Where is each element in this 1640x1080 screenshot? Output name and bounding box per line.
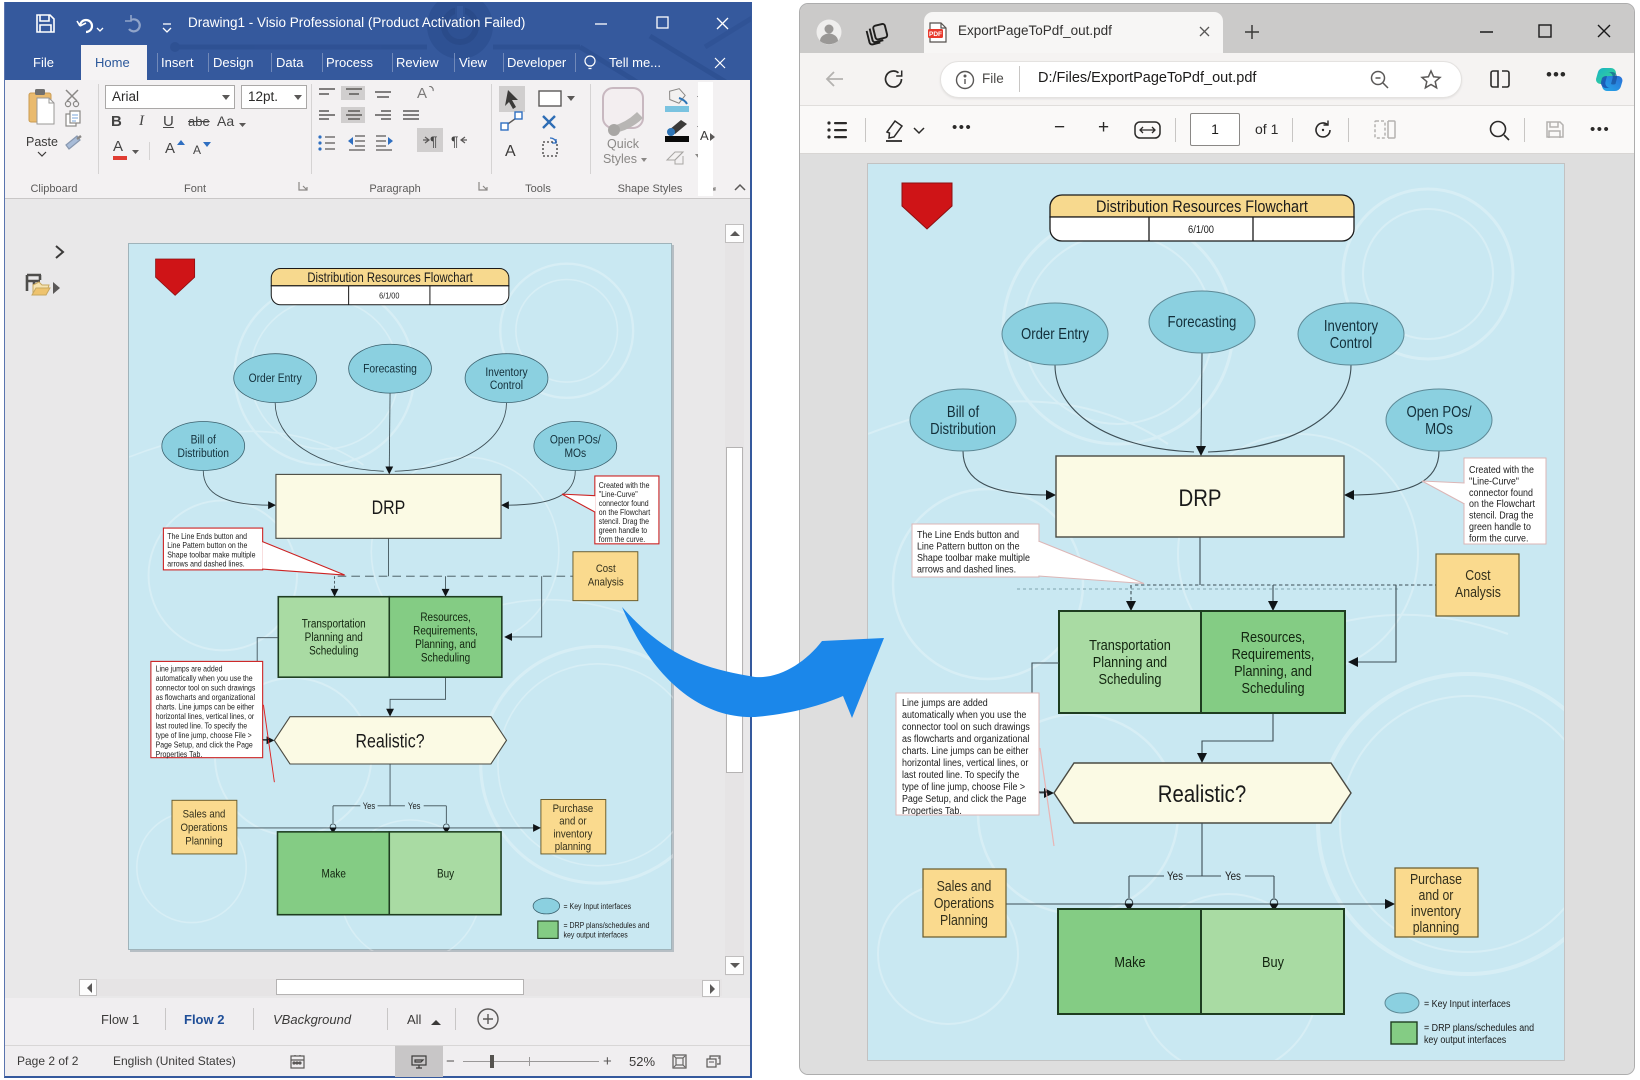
svg-text:¶: ¶ bbox=[451, 133, 459, 149]
svg-text:PDF: PDF bbox=[929, 31, 942, 38]
svg-text:A: A bbox=[505, 143, 516, 160]
svg-text:¶: ¶ bbox=[430, 133, 438, 149]
svg-text:Quick: Quick bbox=[607, 137, 640, 151]
svg-text:Paste: Paste bbox=[26, 135, 58, 149]
svg-text:Styles: Styles bbox=[603, 152, 637, 166]
svg-text:A: A bbox=[417, 86, 427, 102]
